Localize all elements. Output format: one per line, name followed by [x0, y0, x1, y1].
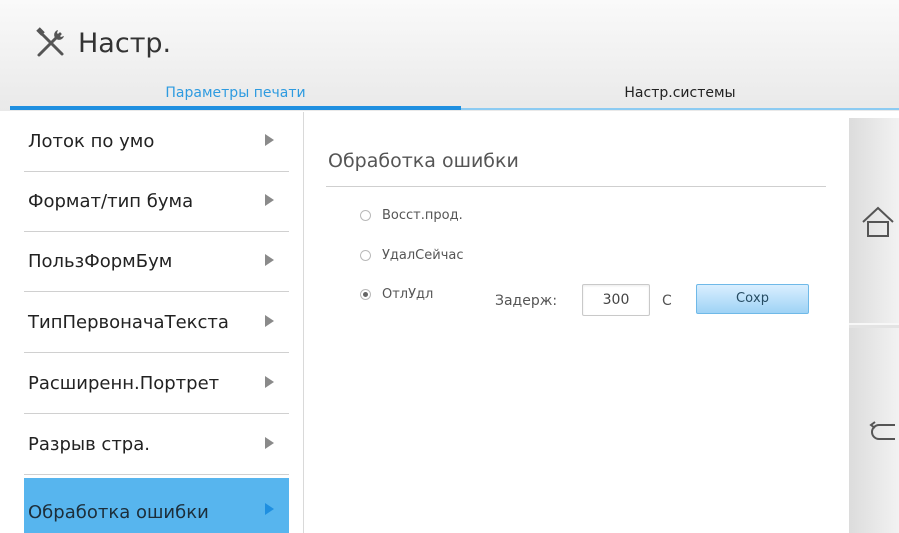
delay-unit-label: С: [662, 293, 672, 309]
page-title: Настр.: [78, 27, 172, 59]
delay-label: Задерж:: [495, 293, 558, 309]
section-divider: [326, 186, 826, 187]
option-delete-now[interactable]: УдалСейчас: [360, 248, 464, 263]
chevron-right-icon: [265, 134, 274, 146]
menu-item-extended-portrait[interactable]: Расширенн.Портрет: [24, 354, 289, 414]
delay-input[interactable]: 300: [582, 284, 650, 316]
tab-system-settings[interactable]: Настр.системы: [461, 78, 899, 108]
menu-item-label: Разрыв стра.: [28, 434, 150, 455]
option-label: Восст.прод.: [382, 208, 463, 223]
radio-button[interactable]: [360, 250, 371, 261]
section-title: Обработка ошибки: [328, 150, 519, 172]
menu-item-error-handling[interactable]: Обработка ошибки: [24, 478, 289, 533]
menu-item-label: Лоток по умо: [28, 131, 155, 152]
option-delayed-delete[interactable]: ОтлУдл: [360, 287, 433, 302]
settings-menu: Лоток по умо Формат/тип бума ПользФормБу…: [0, 112, 304, 533]
menu-item-default-tray[interactable]: Лоток по умо: [24, 112, 289, 172]
save-button[interactable]: Сохр: [696, 284, 809, 314]
content-panel: Обработка ошибки Восст.прод. УдалСейчас …: [304, 112, 849, 533]
back-button[interactable]: [849, 328, 899, 533]
tab-print-settings[interactable]: Параметры печати: [10, 78, 461, 108]
title-area: Настр.: [34, 26, 171, 60]
menu-item-custom-paper[interactable]: ПользФормБум: [24, 232, 289, 292]
chevron-right-icon: [265, 503, 274, 515]
menu-item-page-break[interactable]: Разрыв стра.: [24, 415, 289, 475]
menu-item-label: ПользФормБум: [28, 251, 173, 272]
chevron-right-icon: [265, 376, 274, 388]
chevron-right-icon: [265, 194, 274, 206]
chevron-right-icon: [265, 437, 274, 449]
back-icon: [869, 421, 895, 440]
chevron-right-icon: [265, 254, 274, 266]
radio-button[interactable]: [360, 210, 371, 221]
radio-button-checked[interactable]: [360, 289, 371, 300]
home-button[interactable]: [849, 118, 899, 325]
menu-item-label: ТипПервоначаТекста: [28, 312, 229, 333]
header-bar: Настр. Параметры печати Настр.системы: [0, 0, 899, 111]
tools-icon: [36, 27, 64, 57]
option-label: ОтлУдл: [382, 287, 434, 302]
chevron-right-icon: [265, 315, 274, 327]
home-icon: [862, 206, 894, 237]
active-tab-indicator: [10, 106, 461, 110]
menu-item-label: Формат/тип бума: [28, 191, 194, 212]
option-resume[interactable]: Восст.прод.: [360, 208, 463, 223]
menu-item-original-text-type[interactable]: ТипПервоначаТекста: [24, 293, 289, 353]
menu-item-paper-size-type[interactable]: Формат/тип бума: [24, 172, 289, 232]
option-label: УдалСейчас: [382, 248, 464, 263]
menu-item-label: Расширенн.Портрет: [28, 373, 220, 394]
side-rail: [849, 118, 899, 533]
menu-item-label: Обработка ошибки: [28, 502, 209, 523]
